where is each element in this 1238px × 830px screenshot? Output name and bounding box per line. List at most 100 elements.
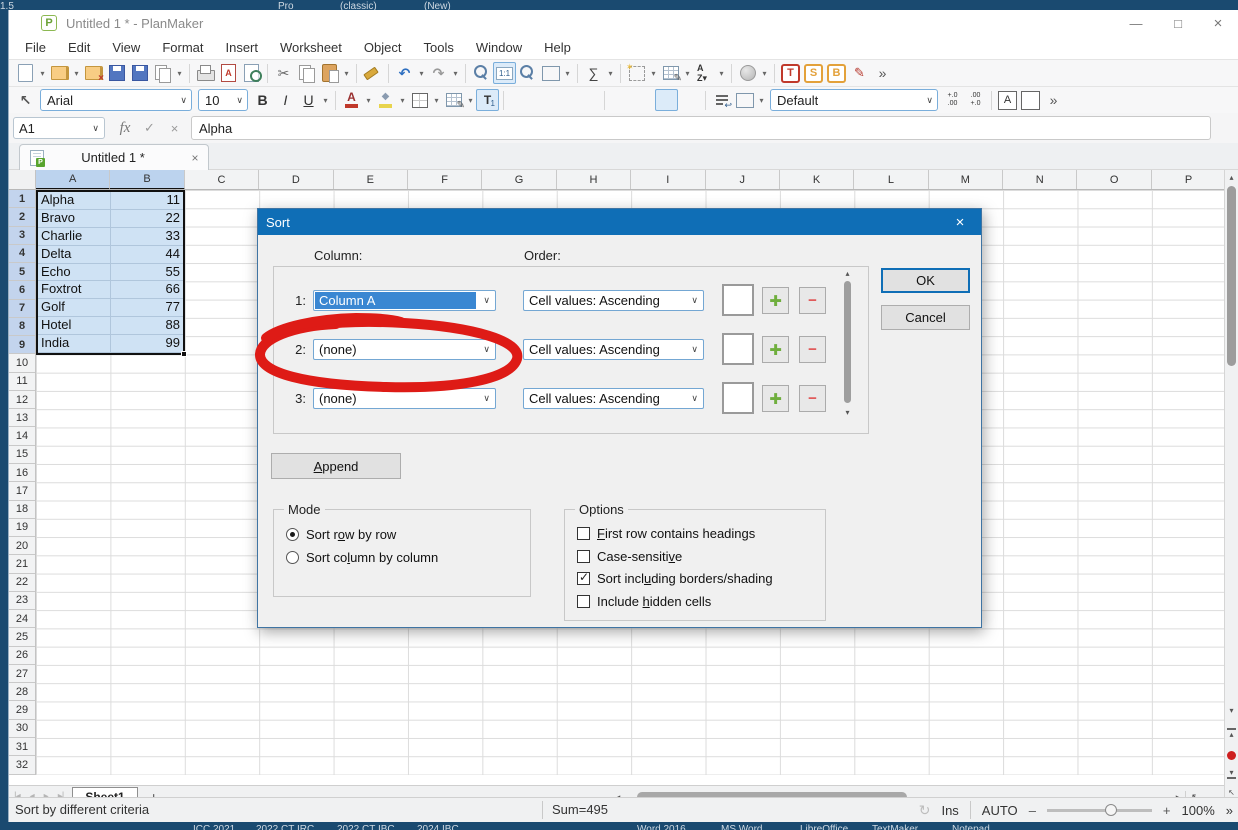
cell-format-icon[interactable]	[442, 89, 465, 111]
undo-caret-icon[interactable]: ▾	[416, 69, 427, 78]
badge-s-icon[interactable]: S	[804, 64, 823, 83]
row-header-6[interactable]: 6	[9, 281, 35, 299]
cell-b4[interactable]: 44	[111, 246, 183, 263]
vertical-scrollbar[interactable]: ▴ ▾ ▴ ▾ ↖	[1224, 170, 1238, 797]
row-header-11[interactable]: 11	[9, 373, 35, 391]
borders-icon[interactable]	[408, 89, 431, 111]
criterion-1-add-button[interactable]: ✚	[762, 287, 789, 314]
row-header-10[interactable]: 10	[9, 354, 35, 372]
cell-b6[interactable]: 66	[111, 281, 183, 298]
criterion-3-column-select[interactable]: (none)∨	[313, 388, 496, 409]
align-right-icon[interactable]	[554, 89, 577, 111]
table-row[interactable]: India99	[38, 335, 183, 353]
column-header-j[interactable]: J	[706, 170, 780, 190]
table-row[interactable]: Alpha11	[38, 192, 183, 210]
menu-format[interactable]: Format	[151, 38, 214, 57]
toolbar-overflow-icon[interactable]: »	[1042, 89, 1065, 111]
row-header-30[interactable]: 30	[9, 720, 35, 738]
insert-frame-caret-icon[interactable]: ▾	[648, 69, 659, 78]
undo-icon[interactable]: ↶	[393, 62, 416, 84]
cell-selection[interactable]: Alpha11Bravo22Charlie33Delta44Echo55Foxt…	[36, 190, 185, 355]
table-row[interactable]: Bravo22	[38, 210, 183, 228]
open-file-icon[interactable]	[48, 62, 71, 84]
row-header-16[interactable]: 16	[9, 464, 35, 482]
criterion-3-order-select[interactable]: Cell values: Ascending∨	[523, 388, 704, 409]
row-header-15[interactable]: 15	[9, 446, 35, 464]
zoom-original-icon[interactable]	[493, 62, 516, 84]
formula-input[interactable]: Alpha	[191, 116, 1211, 140]
checkbox-icon[interactable]	[577, 572, 590, 585]
radio-icon[interactable]	[286, 551, 299, 564]
row-header-8[interactable]: 8	[9, 318, 35, 336]
row-header-2[interactable]: 2	[9, 208, 35, 226]
criterion-1-column-select[interactable]: Column A∨	[313, 290, 496, 311]
cell-b1[interactable]: 11	[111, 192, 183, 209]
cell-b9[interactable]: 99	[111, 335, 183, 352]
cell-a9[interactable]: India	[38, 335, 111, 352]
sum-icon[interactable]: ∑	[582, 62, 605, 84]
criterion-2-add-button[interactable]: ✚	[762, 336, 789, 363]
function-wizard-icon[interactable]: fx	[113, 120, 137, 137]
scroll-down-icon[interactable]: ▾	[1225, 706, 1238, 715]
font-color-icon[interactable]	[340, 89, 363, 111]
add-decimal-icon[interactable]: +.0.00	[941, 89, 964, 111]
fill-color-icon[interactable]	[374, 89, 397, 111]
export-pdf-icon[interactable]	[217, 62, 240, 84]
cell-reference-box[interactable]: A1 ∨	[13, 117, 105, 139]
row-header-7[interactable]: 7	[9, 300, 35, 318]
split-view-down-icon[interactable]: ▾	[1227, 768, 1236, 779]
save-icon[interactable]	[105, 62, 128, 84]
scroll-up-icon[interactable]: ▴	[841, 269, 854, 278]
duplicate-caret-icon[interactable]: ▾	[174, 69, 185, 78]
italic-icon[interactable]: I	[274, 89, 297, 111]
menu-tools[interactable]: Tools	[412, 38, 464, 57]
auto-indicator[interactable]: AUTO	[982, 803, 1018, 818]
column-header-l[interactable]: L	[854, 170, 928, 190]
paste-caret-icon[interactable]: ▾	[341, 69, 352, 78]
badge-t-icon[interactable]: T	[781, 64, 800, 83]
sort-filter-caret-icon[interactable]: ▾	[716, 69, 727, 78]
align-center-icon[interactable]	[531, 89, 554, 111]
select-all-corner[interactable]	[9, 170, 36, 190]
column-header-g[interactable]: G	[482, 170, 556, 190]
maximize-button[interactable]: □	[1161, 10, 1195, 36]
cell-format-caret-icon[interactable]: ▾	[465, 96, 476, 105]
new-document-icon[interactable]	[14, 62, 37, 84]
menu-help[interactable]: Help	[533, 38, 582, 57]
valign-justify-icon[interactable]	[678, 89, 701, 111]
row-header-1[interactable]: 1	[9, 190, 35, 208]
font-name-combo[interactable]: Arial∨	[40, 89, 192, 111]
table-row[interactable]: Hotel88	[38, 317, 183, 335]
criterion-3-remove-button[interactable]: −	[799, 385, 826, 412]
table-row[interactable]: Foxtrot66	[38, 281, 183, 299]
column-header-f[interactable]: F	[408, 170, 482, 190]
fill-handle[interactable]	[181, 351, 187, 357]
row-header-17[interactable]: 17	[9, 482, 35, 500]
row-header-26[interactable]: 26	[9, 647, 35, 665]
badge-b-icon[interactable]: B	[827, 64, 846, 83]
criterion-3-color-swatch[interactable]	[722, 382, 754, 414]
table-row[interactable]: Golf77	[38, 299, 183, 317]
menu-worksheet[interactable]: Worksheet	[269, 38, 353, 57]
menu-insert[interactable]: Insert	[214, 38, 269, 57]
close-button[interactable]: ×	[1201, 10, 1235, 36]
radio-icon[interactable]	[286, 528, 299, 541]
criterion-1-order-select[interactable]: Cell values: Ascending∨	[523, 290, 704, 311]
append-button[interactable]: Append	[271, 453, 401, 479]
cell-b8[interactable]: 88	[111, 317, 183, 334]
cell-a6[interactable]: Foxtrot	[38, 281, 111, 298]
merge-cells-icon[interactable]	[733, 89, 756, 111]
cell-a3[interactable]: Charlie	[38, 228, 111, 245]
bold-icon[interactable]: B	[251, 89, 274, 111]
insert-table-icon[interactable]	[539, 62, 562, 84]
cell-a2[interactable]: Bravo	[38, 210, 111, 227]
new-document-caret-icon[interactable]: ▾	[37, 69, 48, 78]
cell-a7[interactable]: Golf	[38, 299, 111, 316]
checkbox-icon[interactable]	[577, 595, 590, 608]
close-file-icon[interactable]	[82, 62, 105, 84]
cell-b2[interactable]: 22	[111, 210, 183, 227]
table-row[interactable]: Delta44	[38, 246, 183, 264]
dialog-close-icon[interactable]: ×	[939, 209, 981, 235]
row-header-27[interactable]: 27	[9, 665, 35, 683]
radio-sort-row-by-row[interactable]: Sort row by row	[286, 527, 396, 542]
